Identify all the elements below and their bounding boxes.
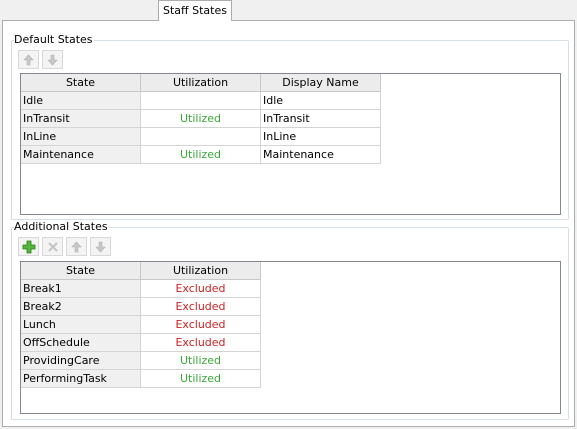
additional-states-title: Additional States: [14, 220, 109, 234]
display-name-cell[interactable]: InTransit: [261, 110, 381, 128]
move-up-icon: [23, 54, 34, 65]
table-row[interactable]: InLine InLine: [21, 128, 560, 146]
state-cell[interactable]: Maintenance: [21, 146, 141, 164]
table-row[interactable]: Idle Idle: [21, 92, 560, 110]
move-down-button[interactable]: [42, 50, 63, 69]
move-up-button[interactable]: [66, 237, 87, 256]
column-header-utilization[interactable]: Utilization: [141, 74, 261, 92]
utilization-cell[interactable]: [141, 128, 261, 146]
state-cell[interactable]: PerformingTask: [21, 370, 141, 388]
tab-staff-states[interactable]: Staff States: [158, 0, 232, 21]
table-row[interactable]: PerformingTask Utilized: [21, 370, 560, 388]
additional-states-grid[interactable]: State Utilization Break1 Excluded Break2…: [20, 261, 561, 414]
table-row[interactable]: Lunch Excluded: [21, 316, 560, 334]
column-header-display-name[interactable]: Display Name: [261, 74, 381, 92]
utilization-cell[interactable]: Utilized: [141, 352, 261, 370]
default-states-title: Default States: [14, 33, 94, 47]
add-state-button[interactable]: [18, 237, 39, 256]
state-cell[interactable]: Idle: [21, 92, 141, 110]
delete-icon: [47, 241, 58, 252]
staff-states-panel: Default States State Utilization Display…: [2, 20, 575, 427]
state-cell[interactable]: Break1: [21, 280, 141, 298]
move-down-button[interactable]: [90, 237, 111, 256]
utilization-cell[interactable]: Utilized: [141, 110, 261, 128]
utilization-cell[interactable]: [141, 92, 261, 110]
display-name-cell[interactable]: Maintenance: [261, 146, 381, 164]
state-cell[interactable]: InTransit: [21, 110, 141, 128]
move-down-icon: [47, 54, 58, 65]
column-header-utilization[interactable]: Utilization: [141, 262, 261, 280]
table-row[interactable]: Maintenance Utilized Maintenance: [21, 146, 560, 164]
utilization-cell[interactable]: Excluded: [141, 334, 261, 352]
tab-strip: Staff States: [0, 0, 577, 21]
table-row[interactable]: Break1 Excluded: [21, 280, 560, 298]
table-row[interactable]: Break2 Excluded: [21, 298, 560, 316]
default-states-header-row: State Utilization Display Name: [21, 74, 560, 92]
move-up-icon: [71, 241, 82, 252]
column-header-state[interactable]: State: [21, 74, 141, 92]
utilization-cell[interactable]: Excluded: [141, 280, 261, 298]
state-cell[interactable]: Lunch: [21, 316, 141, 334]
display-name-cell[interactable]: Idle: [261, 92, 381, 110]
move-down-icon: [95, 241, 106, 252]
default-states-toolbar: [18, 50, 63, 69]
state-cell[interactable]: Break2: [21, 298, 141, 316]
state-cell[interactable]: ProvidingCare: [21, 352, 141, 370]
column-header-state[interactable]: State: [21, 262, 141, 280]
add-icon: [22, 240, 35, 253]
additional-states-group: Additional States State Utilization Brea…: [11, 220, 569, 420]
default-states-grid[interactable]: State Utilization Display Name Idle Idle…: [20, 73, 561, 215]
utilization-cell[interactable]: Excluded: [141, 316, 261, 334]
table-row[interactable]: ProvidingCare Utilized: [21, 352, 560, 370]
utilization-cell[interactable]: Utilized: [141, 370, 261, 388]
default-states-group: Default States State Utilization Display…: [11, 33, 569, 220]
table-row[interactable]: InTransit Utilized InTransit: [21, 110, 560, 128]
additional-states-header-row: State Utilization: [21, 262, 560, 280]
state-cell[interactable]: OffSchedule: [21, 334, 141, 352]
table-row[interactable]: OffSchedule Excluded: [21, 334, 560, 352]
utilization-cell[interactable]: Utilized: [141, 146, 261, 164]
display-name-cell[interactable]: InLine: [261, 128, 381, 146]
delete-state-button[interactable]: [42, 237, 63, 256]
additional-states-toolbar: [18, 237, 111, 256]
state-cell[interactable]: InLine: [21, 128, 141, 146]
utilization-cell[interactable]: Excluded: [141, 298, 261, 316]
move-up-button[interactable]: [18, 50, 39, 69]
